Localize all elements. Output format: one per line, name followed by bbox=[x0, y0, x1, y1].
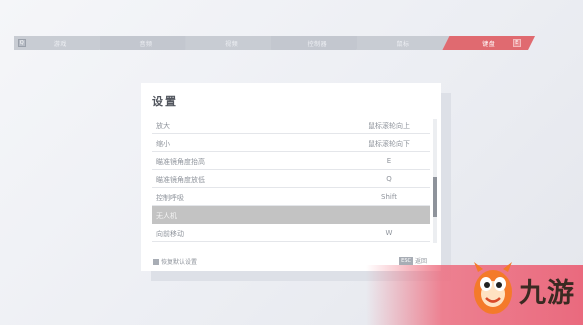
reset-key-icon bbox=[153, 258, 159, 265]
keybind-scrollbar[interactable] bbox=[433, 119, 437, 243]
tab-label: 游戏 bbox=[53, 40, 67, 48]
keybind-key[interactable]: E bbox=[367, 157, 411, 165]
tab-game[interactable]: Q 游戏 bbox=[14, 36, 107, 50]
tab-mouse[interactable]: 鼠标 bbox=[357, 36, 450, 50]
keybind-action: 控制呼吸 bbox=[156, 194, 184, 202]
keybind-action: 放大 bbox=[156, 122, 170, 130]
tab-next-key-hint: E bbox=[513, 39, 521, 47]
settings-panel: 设置 放大 鼠标滚轮向上 缩小 鼠标滚轮向下 瞄准镜角度抬高 E 瞄准镜角度放低… bbox=[141, 83, 441, 271]
keybind-row-zoom-in[interactable]: 放大 鼠标滚轮向上 bbox=[152, 116, 430, 134]
keybind-row-move-forward[interactable]: 向前移动 W bbox=[152, 224, 430, 242]
reset-label: 恢复默认设置 bbox=[161, 259, 198, 266]
reset-defaults-button[interactable]: 恢复默认设置 bbox=[153, 257, 197, 266]
keybind-key[interactable]: W bbox=[367, 229, 411, 237]
back-label: 返回 bbox=[414, 258, 427, 265]
tab-label: 音频 bbox=[139, 40, 153, 48]
tab-controller[interactable]: 控制器 bbox=[271, 36, 364, 50]
esc-key-badge: ESC bbox=[399, 256, 413, 265]
keybind-list: 放大 鼠标滚轮向上 缩小 鼠标滚轮向下 瞄准镜角度抬高 E 瞄准镜角度放低 Q … bbox=[152, 116, 430, 242]
keybind-key[interactable]: Q bbox=[367, 175, 411, 183]
keybind-row-hold-breath[interactable]: 控制呼吸 Shift bbox=[152, 188, 430, 206]
keybind-key[interactable]: 鼠标滚轮向上 bbox=[367, 121, 411, 131]
tab-label: 视频 bbox=[225, 40, 239, 48]
back-button[interactable]: ESC 返回 bbox=[399, 256, 427, 265]
keybind-key[interactable]: 鼠标滚轮向下 bbox=[367, 139, 411, 149]
panel-title: 设置 bbox=[152, 95, 178, 108]
keybind-action: 缩小 bbox=[156, 140, 170, 148]
tab-label: 鼠标 bbox=[396, 40, 410, 48]
tab-label: 控制器 bbox=[307, 40, 328, 48]
scrollbar-thumb[interactable] bbox=[433, 177, 437, 217]
keybind-row-zoom-out[interactable]: 缩小 鼠标滚轮向下 bbox=[152, 134, 430, 152]
settings-tab-bar: Q 游戏 音频 视频 控制器 鼠标 键盘 E bbox=[14, 36, 528, 50]
tab-prev-key-hint: Q bbox=[19, 40, 25, 46]
tab-label: 键盘 bbox=[482, 40, 496, 48]
keybind-action: 瞄准镜角度放低 bbox=[156, 176, 205, 184]
watermark-brand-text: 九游 bbox=[519, 278, 575, 309]
tab-keyboard[interactable]: 键盘 E bbox=[442, 36, 535, 50]
keybind-action: 向前移动 bbox=[156, 230, 184, 238]
keybind-row-drone[interactable]: 无人机 bbox=[152, 206, 430, 224]
mascot-logo-icon bbox=[474, 262, 512, 314]
keybind-row-scope-down[interactable]: 瞄准镜角度放低 Q bbox=[152, 170, 430, 188]
keybind-action: 无人机 bbox=[156, 212, 177, 220]
keybind-action: 瞄准镜角度抬高 bbox=[156, 158, 205, 166]
tab-audio[interactable]: 音频 bbox=[100, 36, 193, 50]
keybind-row-scope-up[interactable]: 瞄准镜角度抬高 E bbox=[152, 152, 430, 170]
tab-video[interactable]: 视频 bbox=[185, 36, 278, 50]
keybind-key[interactable]: Shift bbox=[367, 193, 411, 201]
